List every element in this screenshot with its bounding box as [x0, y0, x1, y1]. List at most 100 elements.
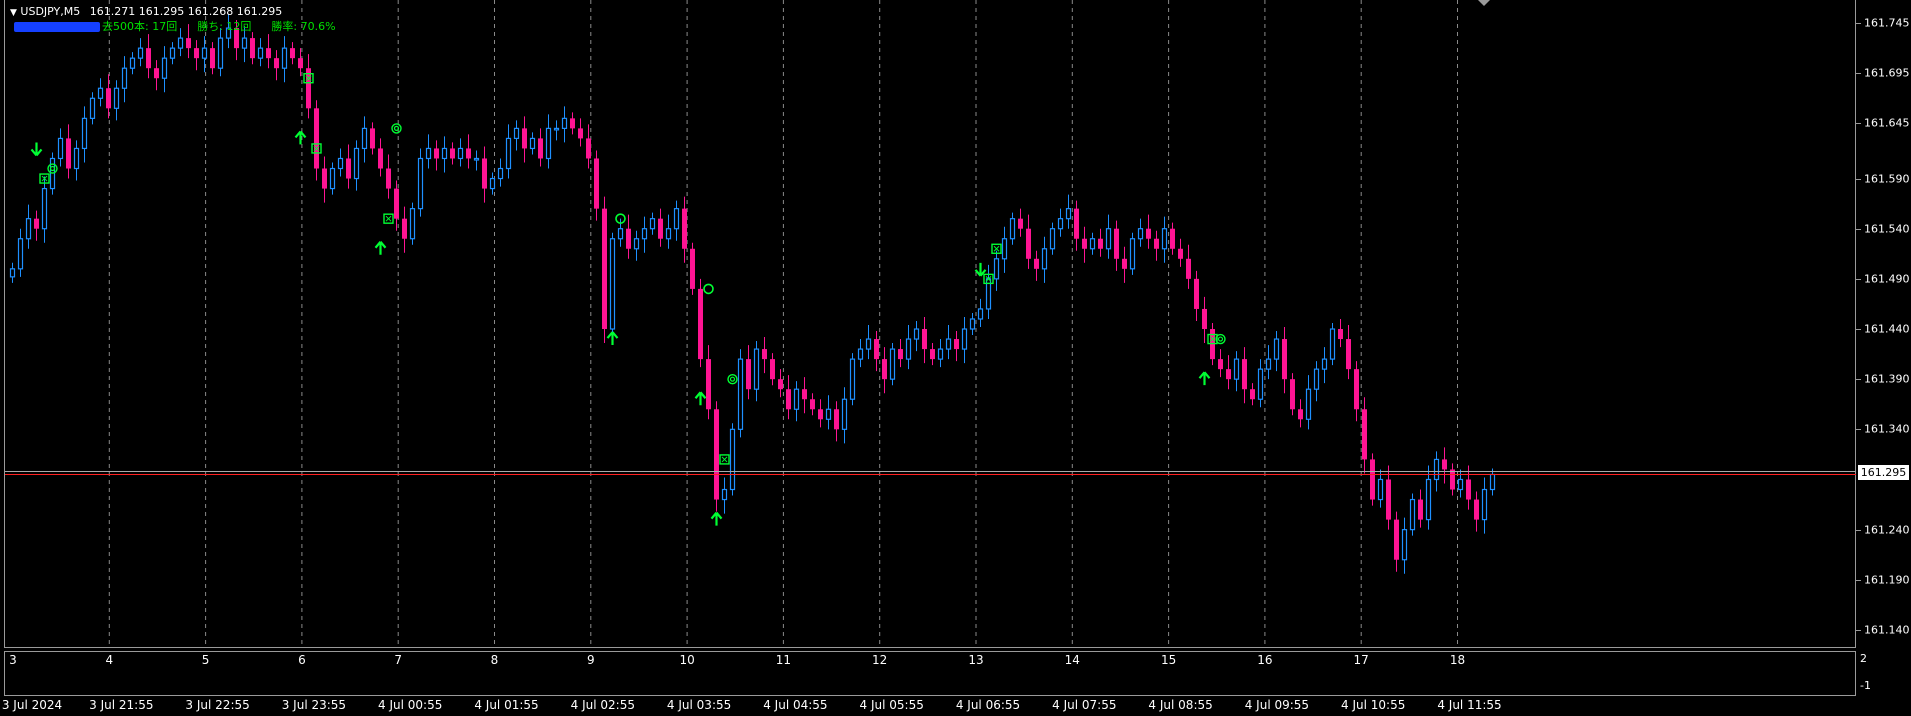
candle-body: [1018, 218, 1023, 229]
candle-body: [402, 218, 407, 239]
grid-lines: [108, 0, 1458, 648]
price-tick: [1856, 629, 1861, 631]
candle-body: [34, 218, 39, 229]
candle-body: [441, 147, 448, 160]
index-label: 7: [394, 653, 403, 667]
signals: [30, 73, 1226, 526]
candle-body: [1442, 459, 1447, 470]
time-label: 3 Jul 23:55: [281, 698, 347, 712]
index-label: 5: [201, 653, 210, 667]
index-label: 12: [872, 653, 888, 667]
candle-body: [658, 218, 663, 239]
candle-body: [1425, 478, 1432, 521]
candle-body: [1226, 369, 1231, 380]
arrow-up-icon: [374, 241, 387, 255]
candle-body: [425, 147, 432, 160]
candle-body: [1009, 218, 1016, 240]
stat-wins: 勝ち: 12回: [197, 20, 252, 33]
candle-body: [1233, 358, 1240, 380]
arrow-up-icon: [294, 130, 307, 145]
candle-body: [1218, 359, 1223, 370]
time-label: 4 Jul 03:55: [666, 698, 732, 712]
collapse-triangle-icon[interactable]: ▼: [10, 8, 17, 18]
candle-body: [626, 228, 631, 249]
candle-body: [762, 349, 767, 360]
price-label: 161.745: [1864, 16, 1910, 30]
candle-body: [1074, 208, 1079, 239]
candle-body: [25, 218, 32, 240]
price-axis[interactable]: [1856, 0, 1911, 716]
arrow-up-icon: [710, 511, 723, 526]
candle-body: [1265, 358, 1272, 370]
time-label: 3 Jul 21:55: [89, 698, 154, 712]
candle-body: [450, 148, 455, 159]
candle-body: [1433, 458, 1440, 481]
candle-body: [594, 158, 599, 209]
time-label: 4 Jul 02:55: [570, 698, 635, 712]
candle-body: [930, 349, 935, 360]
candle-body: [729, 428, 736, 491]
candle-body: [1450, 469, 1455, 490]
candle-body: [169, 47, 176, 59]
candle-body: [561, 117, 568, 129]
index-label: 9: [586, 653, 595, 667]
candle-body: [290, 48, 295, 59]
candle-body: [386, 168, 391, 189]
candle-body: [1146, 228, 1151, 239]
candle-body: [146, 48, 151, 69]
candle-body: [714, 409, 719, 500]
candle-body: [1154, 238, 1159, 249]
candle-body: [786, 389, 791, 410]
candle-body: [457, 147, 464, 160]
price-label: 161.490: [1864, 272, 1910, 286]
price-chart[interactable]: [0, 0, 1911, 716]
candle-body: [1129, 238, 1136, 270]
price-label: 161.390: [1864, 372, 1910, 386]
time-label: 4 Jul 01:55: [474, 698, 539, 712]
candle-body: [1313, 368, 1320, 390]
candle-body: [1194, 278, 1199, 309]
arrow-up-icon: [606, 331, 619, 346]
candle-body: [849, 358, 856, 400]
candle-body: [353, 147, 360, 180]
candle-body: [1409, 498, 1416, 531]
candle-body: [753, 348, 760, 390]
candle-body: [1114, 228, 1119, 259]
time-label: 4 Jul 11:55: [1437, 698, 1502, 712]
candle-body: [161, 57, 168, 79]
candle-body: [578, 128, 583, 139]
time-label: 4 Jul 08:55: [1148, 698, 1213, 712]
candle-body: [954, 339, 959, 350]
candle-body: [17, 238, 24, 270]
candle-body: [913, 328, 920, 340]
candle-body: [497, 167, 504, 180]
price-tick: [1856, 178, 1861, 180]
candle-body: [609, 238, 616, 330]
candles: [9, 14, 1496, 574]
price-tick: [1856, 579, 1861, 581]
candle-body: [793, 388, 800, 410]
candle-body: [818, 409, 823, 420]
candle-body: [1242, 359, 1247, 390]
candle-body: [802, 389, 807, 400]
candle-body: [1481, 488, 1488, 521]
candle-body: [186, 38, 191, 49]
candle-body: [898, 349, 903, 360]
candle-body: [1122, 258, 1127, 269]
candle-body: [466, 148, 471, 159]
symbol-label: USDJPY,M5: [20, 5, 81, 18]
candle-body: [314, 108, 319, 169]
price-label: 161.440: [1864, 322, 1910, 336]
sub-window-bottom-label: -1: [1860, 679, 1871, 692]
candle-body: [1346, 339, 1351, 370]
index-label: 3: [9, 653, 17, 667]
candle-body: [945, 338, 952, 350]
index-label: 18: [1449, 653, 1466, 667]
price-levels: [5, 470, 1856, 475]
candle-body: [1202, 308, 1207, 330]
candle-body: [409, 208, 416, 240]
candle-body: [322, 168, 327, 189]
candle-body: [194, 48, 199, 59]
candle-body: [673, 208, 680, 230]
candle-body: [337, 157, 344, 170]
